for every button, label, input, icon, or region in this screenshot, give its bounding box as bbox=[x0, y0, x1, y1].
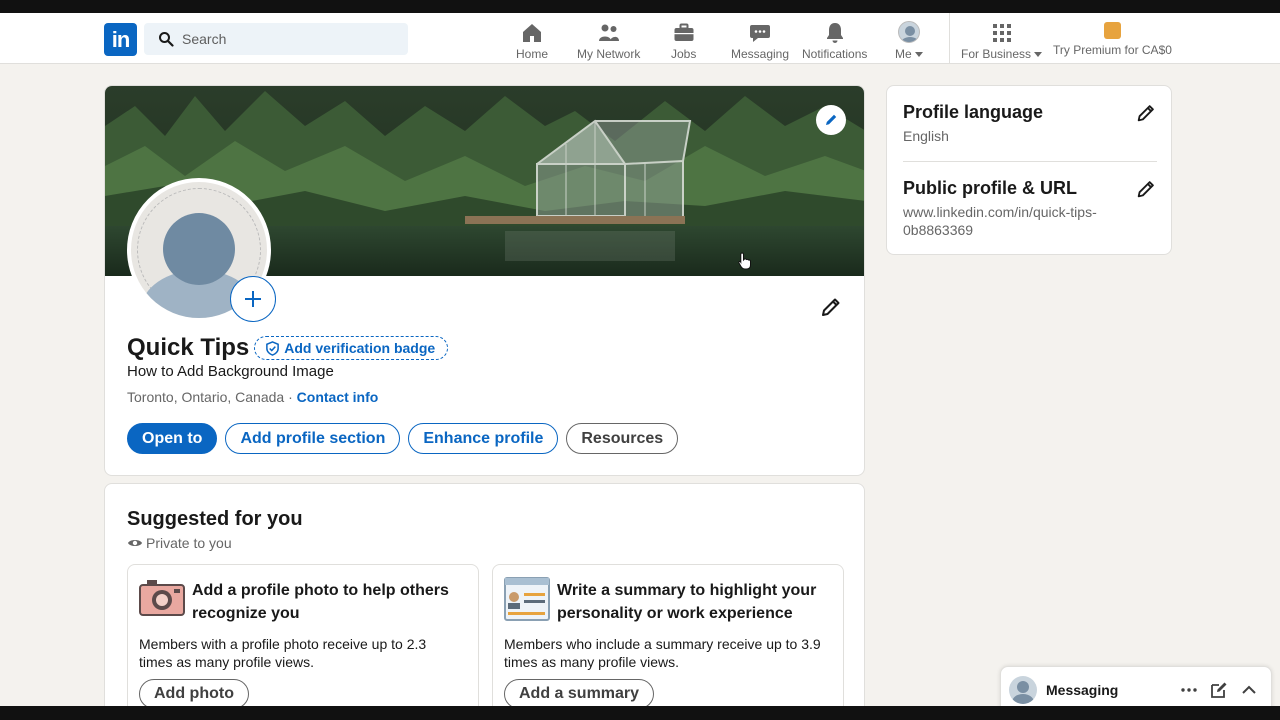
eye-icon bbox=[128, 540, 142, 546]
suggestion-card: Write a summary to highlight your person… bbox=[492, 564, 844, 720]
camera-icon bbox=[139, 580, 185, 616]
edit-intro-pencil-icon[interactable] bbox=[819, 295, 843, 319]
suggestion-description: Members who include a summary receive up… bbox=[504, 636, 821, 670]
divider bbox=[903, 161, 1157, 162]
search-input[interactable] bbox=[182, 31, 402, 47]
home-icon bbox=[523, 24, 541, 42]
plus-icon bbox=[245, 291, 261, 307]
hand-cursor-icon bbox=[738, 252, 751, 270]
public-profile-url-row: Public profile & URL www.linkedin.com/in… bbox=[903, 178, 1157, 239]
profile-settings-card: Profile language English Public profile … bbox=[886, 85, 1172, 255]
edit-url-pencil-icon[interactable] bbox=[1135, 178, 1157, 200]
privacy-note: Private to you bbox=[127, 535, 232, 551]
open-to-button[interactable]: Open to bbox=[127, 423, 218, 454]
profile-language-value: English bbox=[903, 128, 949, 144]
linkedin-logo[interactable]: in bbox=[104, 23, 137, 56]
profile-card: Quick Tips Add verification badge How to… bbox=[104, 85, 865, 476]
profile-name: Quick Tips bbox=[127, 334, 250, 361]
nav-me[interactable]: Me bbox=[895, 21, 923, 61]
more-options-icon[interactable] bbox=[1179, 680, 1199, 700]
resources-button[interactable]: Resources bbox=[566, 423, 679, 454]
nav-my-network[interactable]: My Network bbox=[577, 21, 640, 61]
suggestion-card: Add a profile photo to help others recog… bbox=[127, 564, 479, 720]
chevron-down-icon bbox=[1034, 52, 1043, 58]
nav-divider bbox=[949, 13, 950, 64]
suggestion-description: Members with a profile photo receive up … bbox=[139, 636, 427, 670]
public-profile-url-title: Public profile & URL bbox=[903, 178, 1078, 198]
summary-document-icon bbox=[504, 577, 550, 621]
profile-language-title: Profile language bbox=[903, 102, 1044, 122]
nav-notifications[interactable]: Notifications bbox=[802, 21, 867, 61]
pencil-icon bbox=[826, 114, 837, 125]
search-icon bbox=[159, 32, 174, 47]
edit-background-button[interactable] bbox=[816, 105, 846, 135]
network-icon bbox=[598, 24, 619, 41]
add-summary-button[interactable]: Add a summary bbox=[504, 679, 655, 709]
briefcase-icon bbox=[674, 23, 694, 41]
profile-location: Toronto, Ontario, Canada · Contact info bbox=[127, 389, 379, 405]
premium-icon bbox=[1103, 22, 1121, 39]
search-box[interactable] bbox=[144, 23, 408, 55]
nav-home[interactable]: Home bbox=[516, 21, 548, 61]
screen-top-edge bbox=[0, 0, 1280, 13]
compose-icon[interactable] bbox=[1209, 680, 1229, 700]
chevron-up-icon[interactable] bbox=[1239, 680, 1259, 700]
edit-language-pencil-icon[interactable] bbox=[1135, 102, 1157, 124]
messaging-icon bbox=[750, 25, 771, 42]
profile-language-row: Profile language English bbox=[903, 102, 1157, 145]
nav-messaging[interactable]: Messaging bbox=[731, 21, 789, 61]
messaging-label: Messaging bbox=[1046, 682, 1119, 698]
add-photo-button[interactable] bbox=[230, 276, 276, 322]
screen-bottom-edge bbox=[0, 706, 1280, 720]
bell-icon bbox=[826, 23, 843, 43]
global-nav: in Home My Network Jobs Messaging Notifi… bbox=[0, 13, 1280, 64]
avatar bbox=[1009, 676, 1037, 704]
suggestion-title: Write a summary to highlight your person… bbox=[557, 582, 817, 622]
enhance-profile-button[interactable]: Enhance profile bbox=[408, 423, 559, 454]
grid-icon bbox=[992, 24, 1011, 42]
name-row: Quick Tips Add verification badge bbox=[127, 334, 449, 362]
add-photo-suggestion-button[interactable]: Add photo bbox=[139, 679, 249, 709]
nav-try-premium[interactable]: Try Premium for CA$0 bbox=[1053, 21, 1172, 61]
public-profile-url-value: www.linkedin.com/in/quick-tips-0b8863369 bbox=[903, 204, 1097, 238]
nav-for-business[interactable]: For Business bbox=[961, 21, 1043, 61]
profile-headline: How to Add Background Image bbox=[127, 363, 334, 380]
contact-info-link[interactable]: Contact info bbox=[297, 389, 379, 405]
nav-jobs[interactable]: Jobs bbox=[671, 21, 696, 61]
add-verification-badge-button[interactable]: Add verification badge bbox=[254, 336, 449, 360]
section-title: Suggested for you bbox=[127, 508, 303, 530]
add-profile-section-button[interactable]: Add profile section bbox=[225, 423, 401, 454]
suggestion-title: Add a profile photo to help others recog… bbox=[192, 582, 449, 622]
avatar bbox=[897, 21, 920, 43]
shield-check-icon bbox=[266, 340, 280, 356]
chevron-down-icon bbox=[914, 52, 923, 58]
profile-actions: Open to Add profile section Enhance prof… bbox=[127, 423, 679, 454]
suggested-for-you-card: Suggested for you Private to you Add a p… bbox=[104, 483, 865, 720]
